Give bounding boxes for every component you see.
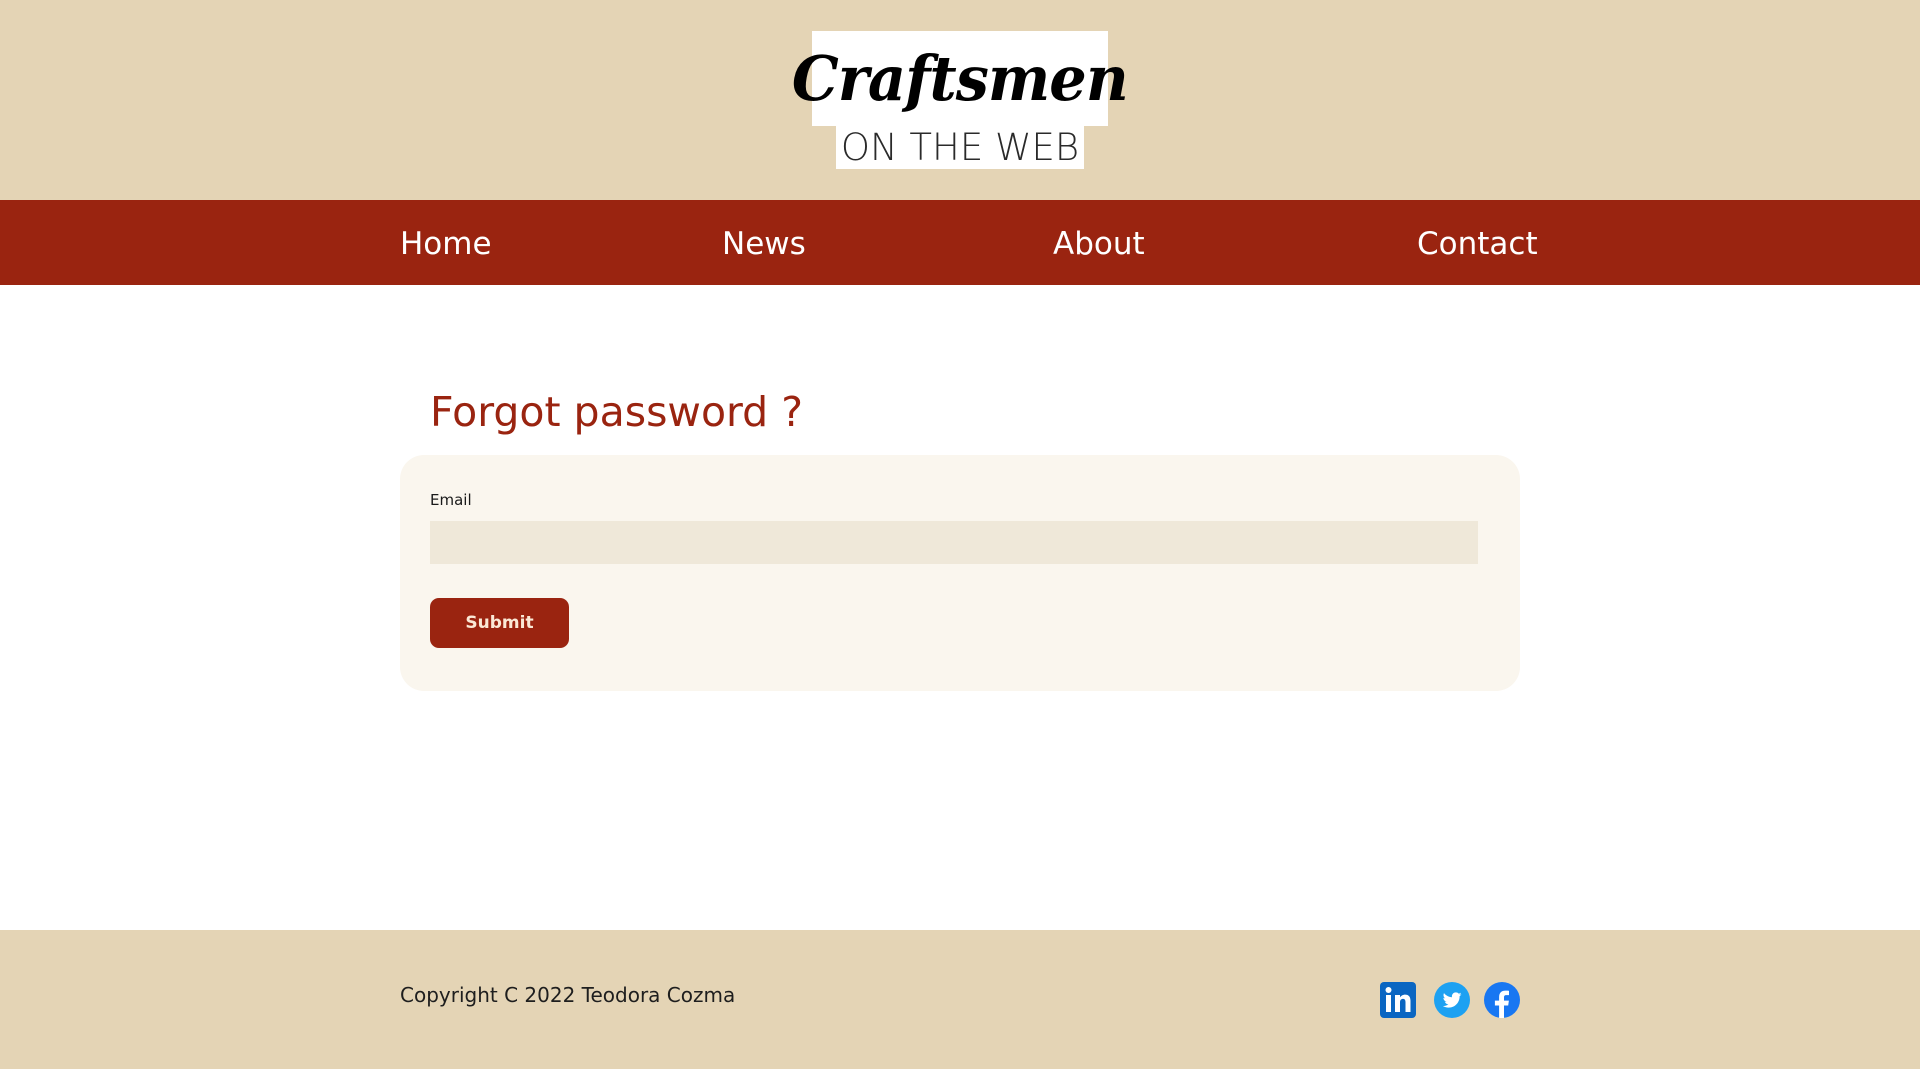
twitter-icon[interactable] — [1434, 982, 1470, 1018]
facebook-icon[interactable] — [1484, 982, 1520, 1018]
site-logo[interactable]: Craftsmen ON THE WEB — [792, 31, 1129, 169]
site-footer: Copyright C 2022 Teodora Cozma — [0, 930, 1920, 1069]
linkedin-icon[interactable] — [1380, 982, 1416, 1018]
main-nav: Home News About Contact — [0, 200, 1920, 285]
email-field[interactable] — [430, 521, 1478, 564]
nav-item-about[interactable]: About — [1053, 200, 1145, 285]
email-label: Email — [430, 491, 472, 509]
nav-item-contact[interactable]: Contact — [1417, 200, 1538, 285]
page-title: Forgot password ? — [430, 388, 804, 436]
nav-item-news[interactable]: News — [722, 200, 806, 285]
logo-tagline: ON THE WEB — [836, 126, 1084, 169]
nav-item-home[interactable]: Home — [400, 200, 492, 285]
logo-wordmark: Craftsmen — [792, 31, 1129, 126]
page: Craftsmen ON THE WEB Home News About Con… — [0, 0, 1920, 1069]
site-header: Craftsmen ON THE WEB — [0, 0, 1920, 200]
submit-button[interactable]: Submit — [430, 598, 569, 648]
logo-line-2: ON THE WEB — [840, 126, 1080, 169]
logo-line-1: Craftsmen — [792, 42, 1129, 115]
copyright-text: Copyright C 2022 Teodora Cozma — [400, 983, 736, 1007]
forgot-password-form: Email Submit — [400, 455, 1520, 691]
